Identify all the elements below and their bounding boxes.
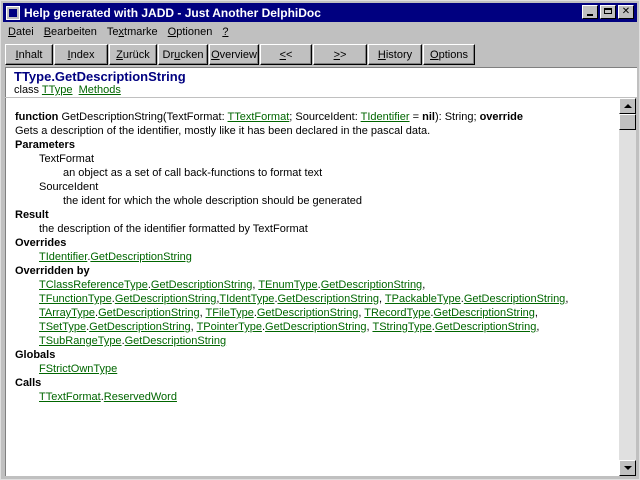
- menu-datei[interactable]: Datei: [3, 26, 39, 38]
- overridden-method-link[interactable]: GetDescriptionString: [435, 321, 537, 333]
- menu-bearbeiten[interactable]: Bearbeiten: [39, 26, 102, 38]
- index-button[interactable]: Index: [54, 44, 108, 65]
- browse-previous-button[interactable]: < <: [260, 44, 312, 65]
- globals-entry: FStrictOwnType: [15, 362, 619, 376]
- overridden-method-link[interactable]: GetDescriptionString: [125, 335, 227, 347]
- overrides-entry: TIdentifier.GetDescriptionString: [39, 251, 192, 263]
- arrow-down-icon: [623, 466, 632, 470]
- topic-content: function GetDescriptionString(TextFormat…: [5, 98, 619, 476]
- browse-next-button[interactable]: > >: [313, 44, 367, 65]
- print-button[interactable]: Dr u cken: [158, 44, 208, 65]
- menu-optionen[interactable]: Optionen: [163, 26, 218, 38]
- overridden-class-link[interactable]: TPointerType: [197, 321, 262, 333]
- calls-class-link[interactable]: TTextFormat: [39, 391, 101, 403]
- overridden-method-link[interactable]: GetDescriptionString: [278, 293, 380, 305]
- overridden-method-link[interactable]: GetDescriptionString: [98, 307, 200, 319]
- menu-help[interactable]: ?: [217, 26, 233, 38]
- param-name: SourceIdent: [39, 181, 99, 193]
- menu-bar: Datei Bearbeiten Textmarke Optionen ?: [3, 23, 233, 41]
- scroll-thumb[interactable]: [619, 114, 636, 130]
- overridden-class-link[interactable]: TRecordType: [364, 307, 430, 319]
- topic-subheader: class TType Methods: [14, 84, 637, 96]
- overridden-list: TClassReferenceType.GetDescriptionString…: [39, 279, 569, 347]
- scroll-up-button[interactable]: [619, 98, 636, 114]
- app-icon[interactable]: [6, 5, 20, 20]
- calls-heading: Calls: [15, 377, 42, 389]
- menu-textmarke[interactable]: Textmarke: [102, 26, 163, 38]
- param-description: the ident for which the whole descriptio…: [63, 195, 363, 207]
- result-heading: Result: [15, 209, 49, 221]
- overridden-class-link[interactable]: TIdentType: [219, 293, 274, 305]
- overridden-class-link[interactable]: TPackableType: [385, 293, 461, 305]
- topic-header: TType.GetDescriptionString class TType M…: [5, 67, 637, 97]
- scroll-down-button[interactable]: [619, 460, 636, 476]
- overridden-heading: Overridden by: [15, 265, 90, 277]
- overrides-class-link[interactable]: TIdentifier: [39, 251, 87, 263]
- minimize-button[interactable]: [582, 5, 598, 19]
- overridden-method-link[interactable]: GetDescriptionString: [115, 293, 217, 305]
- overridden-method-link[interactable]: GetDescriptionString: [89, 321, 191, 333]
- ttextformat-link[interactable]: TTextFormat: [228, 111, 290, 123]
- overridden-class-link[interactable]: TArrayType: [39, 307, 95, 319]
- overridden-method-link[interactable]: GetDescriptionString: [257, 307, 359, 319]
- methods-link[interactable]: Methods: [79, 84, 121, 96]
- globals-heading: Globals: [15, 349, 56, 361]
- arrow-up-icon: [623, 104, 632, 108]
- class-label: class: [14, 84, 40, 96]
- overridden-method-link[interactable]: GetDescriptionString: [151, 279, 253, 291]
- result-description: the description of the identifier format…: [39, 223, 308, 235]
- overridden-class-link[interactable]: TFileType: [206, 307, 254, 319]
- options-button[interactable]: Options: [423, 44, 475, 65]
- declaration: function GetDescriptionString(TextFormat…: [15, 111, 523, 123]
- param-name: TextFormat: [39, 153, 95, 165]
- overridden-class-link[interactable]: TStringType: [372, 321, 431, 333]
- overrides-method-link[interactable]: GetDescriptionString: [90, 251, 192, 263]
- globals-link[interactable]: FStrictOwnType: [39, 363, 117, 375]
- overridden-method-link[interactable]: GetDescriptionString: [265, 321, 367, 333]
- window-title: Help generated with JADD - Just Another …: [24, 5, 321, 20]
- overridden-class-link[interactable]: TSubRangeType: [39, 335, 122, 347]
- overridden-method-link[interactable]: GetDescriptionString: [464, 293, 566, 305]
- summary: Gets a description of the identifier, mo…: [15, 125, 431, 137]
- overridden-method-link[interactable]: GetDescriptionString: [433, 307, 535, 319]
- overridden-class-link[interactable]: TEnumType: [258, 279, 317, 291]
- title-bar[interactable]: Help generated with JADD - Just Another …: [3, 3, 637, 22]
- back-button[interactable]: Zurück: [109, 44, 157, 65]
- overview-button[interactable]: Overview: [209, 44, 259, 65]
- calls-method-link[interactable]: ReservedWord: [104, 391, 177, 403]
- vertical-scrollbar[interactable]: [619, 98, 636, 476]
- calls-entry: TTextFormat.ReservedWord: [39, 391, 177, 403]
- parameters-heading: Parameters: [15, 139, 75, 151]
- tidentifier-link[interactable]: TIdentifier: [361, 111, 410, 123]
- topic-title: TType.GetDescriptionString: [14, 69, 186, 84]
- button-bar: Inhalt Index Zurück Dr u cken Overview < < …: [5, 44, 476, 66]
- overridden-method-link[interactable]: GetDescriptionString: [321, 279, 423, 291]
- overridden-class-link[interactable]: TClassReferenceType: [39, 279, 148, 291]
- overrides-heading: Overrides: [15, 237, 67, 249]
- history-button[interactable]: History: [368, 44, 422, 65]
- class-link[interactable]: TType: [42, 84, 73, 96]
- help-window: Help generated with JADD - Just Another …: [0, 0, 640, 480]
- overridden-class-link[interactable]: TFunctionType: [39, 293, 112, 305]
- inhalt-button[interactable]: Inhalt: [5, 44, 53, 65]
- overridden-class-link[interactable]: TSetType: [39, 321, 86, 333]
- param-description: an object as a set of call back-function…: [63, 167, 323, 179]
- maximize-button[interactable]: [600, 5, 616, 19]
- close-button[interactable]: ✕: [618, 5, 634, 19]
